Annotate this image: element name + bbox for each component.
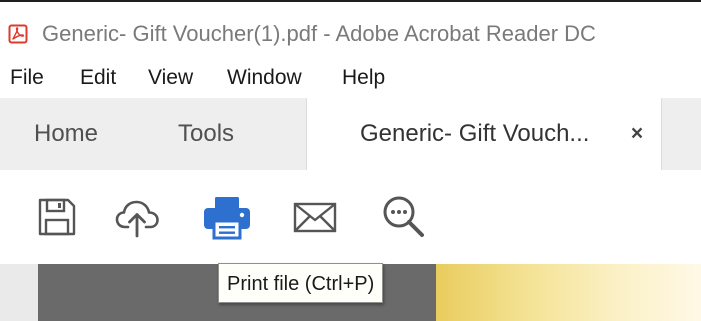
tab-tools-label: Tools	[178, 120, 235, 147]
tab-document-label: Generic- Gift Vouch...	[360, 120, 590, 147]
menu-help[interactable]: Help	[342, 64, 385, 92]
menu-file[interactable]: File	[10, 64, 44, 92]
tab-tools[interactable]: Tools	[150, 98, 306, 170]
tab-home[interactable]: Home	[0, 98, 150, 170]
title-bar: Generic- Gift Voucher(1).pdf - Adobe Acr…	[0, 2, 701, 56]
print-tooltip: Print file (Ctrl+P)	[218, 263, 384, 303]
menu-bar: File Edit View Window Help	[0, 56, 701, 98]
tab-home-label: Home	[34, 120, 99, 147]
toolbar	[0, 170, 701, 264]
window-title: Generic- Gift Voucher(1).pdf - Adobe Acr…	[42, 21, 596, 46]
menu-view[interactable]: View	[148, 64, 193, 92]
print-icon[interactable]	[202, 192, 252, 242]
cloud-upload-icon[interactable]	[112, 192, 162, 242]
close-tab-icon[interactable]: ×	[625, 119, 649, 149]
email-icon[interactable]	[290, 192, 340, 242]
menu-window[interactable]: Window	[227, 64, 302, 92]
tab-bar: Home Tools Generic- Gift Vouch... ×	[0, 98, 701, 170]
acrobat-pdf-icon	[8, 24, 28, 44]
zoom-search-icon[interactable]	[378, 192, 428, 242]
document-page-preview	[436, 264, 701, 321]
save-icon[interactable]	[32, 192, 82, 242]
menu-edit[interactable]: Edit	[80, 64, 116, 92]
tab-document[interactable]: Generic- Gift Vouch... ×	[306, 98, 662, 170]
